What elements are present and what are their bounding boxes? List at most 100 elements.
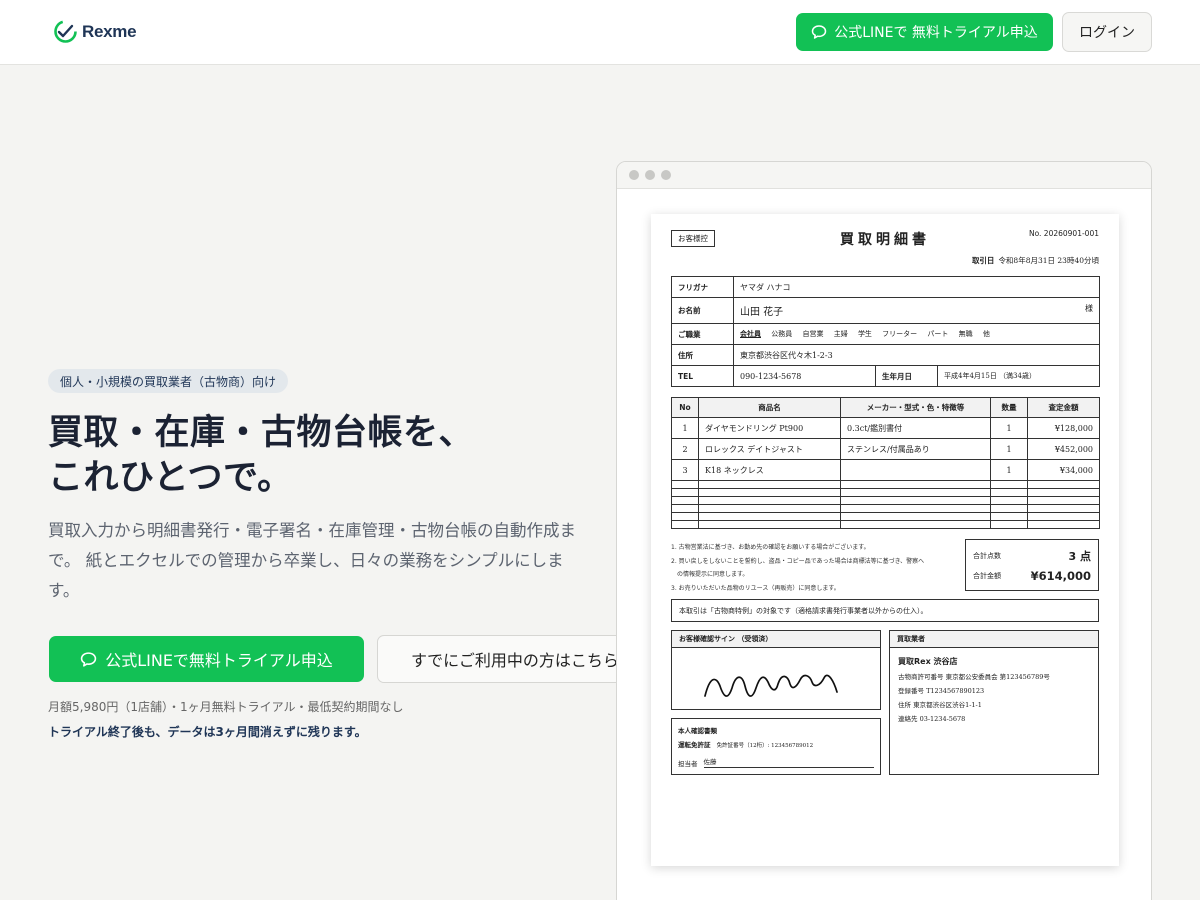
document-preview-window: 買取明細書 お客様控 No. 20260901-001 取引日 令和8年8月31日… bbox=[616, 161, 1152, 900]
table-row: フリガナ ヤマダ ハナコ bbox=[671, 276, 1101, 298]
chat-bubble-icon bbox=[81, 651, 97, 667]
tel-label: TEL bbox=[671, 365, 734, 387]
total-amount-label: 合計金額 bbox=[973, 572, 1001, 580]
site-header: Rexme 公式LINEで 無料トライアル申込 ログイン bbox=[0, 0, 1200, 65]
buyer-registration: 登録番号 T1234567890123 bbox=[898, 687, 985, 695]
login-button[interactable]: ログイン bbox=[1062, 12, 1152, 52]
address-value: 東京都渋谷区代々木1-2-3 bbox=[732, 344, 1101, 366]
totals-box: 合計点数 3 点 合計金額 ¥614,000 bbox=[965, 539, 1099, 591]
item-price: ¥452,000 bbox=[1027, 438, 1100, 460]
signature-label: お客様確認サイン （受領済） bbox=[672, 631, 880, 648]
job-option: 無職 bbox=[958, 330, 973, 338]
buyer-address: 住所 東京都渋谷区渋谷1-1-1 bbox=[898, 701, 982, 709]
empty-row bbox=[671, 488, 1100, 497]
address-label: 住所 bbox=[671, 344, 734, 366]
job-label: ご職業 bbox=[671, 323, 734, 345]
job-option: 主婦 bbox=[833, 330, 848, 338]
hero-description: 買取入力から明細書発行・電子署名・在庫管理・古物台帳の自動作成まで。 紙とエクセ… bbox=[48, 521, 576, 600]
item-name: ダイヤモンドリング Pt900 bbox=[698, 417, 841, 439]
total-count-value: 3 点 bbox=[1068, 550, 1091, 563]
job-option-selected: 会社員 bbox=[740, 329, 761, 338]
job-option: 他 bbox=[982, 330, 990, 338]
empty-row bbox=[671, 520, 1100, 529]
item-no: 3 bbox=[671, 459, 699, 481]
line-trial-button[interactable]: 公式LINEで無料トライアル申込 bbox=[49, 636, 364, 682]
table-row: ご職業 会社員 公務員 自営業 主婦 学生 フリーター パート 無職 他 bbox=[671, 323, 1101, 345]
buyer-license: 古物商許可番号 東京都公安委員会 第123456789号 bbox=[898, 673, 1050, 681]
empty-row bbox=[671, 504, 1100, 513]
terms-notes: 1. 古物営業法に基づき、お勤め先の確認をお願いする場合がございます。 2. 買… bbox=[671, 541, 956, 595]
item-qty: 1 bbox=[990, 459, 1028, 481]
item-name: ロレックス デイトジャスト bbox=[698, 438, 841, 460]
customer-table: フリガナ ヤマダ ハナコ お名前 山田 花子 様 ご職業 会社員 公務員 自営業 bbox=[671, 276, 1101, 387]
trial-note: トライアル終了後も、データは3ヶ月間消えずに残ります。 bbox=[48, 725, 367, 739]
item-detail: 0.3ct/鑑別書付 bbox=[840, 417, 991, 439]
column-header: 査定金額 bbox=[1027, 397, 1100, 418]
note-line: 1. 古物営業法に基づき、お勤め先の確認をお願いする場合がございます。 bbox=[671, 544, 870, 551]
price-note: 月額5,980円（1店舗）・1ヶ月無料トライアル・最低契約期間なし bbox=[48, 700, 404, 714]
column-header: 数量 bbox=[990, 397, 1028, 418]
total-count-row: 合計点数 3 点 bbox=[973, 546, 1091, 566]
item-qty: 1 bbox=[990, 438, 1028, 460]
transaction-date: 取引日 令和8年8月31日 23時40分頃 bbox=[972, 255, 1099, 266]
column-header: メーカー・型式・色・特徴等 bbox=[840, 397, 991, 418]
total-count-label: 合計点数 bbox=[973, 552, 1001, 560]
item-no: 1 bbox=[671, 417, 699, 439]
tel-value: 090-1234-5678 bbox=[733, 365, 876, 387]
header-line-trial-button[interactable]: 公式LINEで 無料トライアル申込 bbox=[796, 13, 1053, 51]
window-dot bbox=[629, 170, 639, 180]
id-row: 運転免許証 免許証番号（12桁）: 123456789012 bbox=[678, 739, 874, 749]
staff-name: 佐藤 bbox=[703, 756, 874, 768]
total-amount-row: 合計金額 ¥614,000 bbox=[973, 566, 1091, 586]
staff-row: 担当者 佐藤 bbox=[678, 756, 874, 768]
birth-value: 平成4年4月15日 （満34歳） bbox=[936, 365, 1101, 387]
item-price: ¥128,000 bbox=[1027, 417, 1100, 439]
table-header-row: No 商品名 メーカー・型式・色・特徴等 数量 査定金額 bbox=[671, 397, 1100, 418]
buyer-box: 買取業者 買取Rex 渋谷店 古物商許可番号 東京都公安委員会 第1234567… bbox=[889, 630, 1099, 775]
job-options: 会社員 公務員 自営業 主婦 学生 フリーター パート 無職 他 bbox=[732, 323, 1101, 345]
table-row: TEL 090-1234-5678 生年月日 平成4年4月15日 （満34歳） bbox=[671, 365, 1101, 387]
name-label: お名前 bbox=[671, 297, 734, 324]
honorific: 様 bbox=[1085, 304, 1094, 313]
item-name: K18 ネックレス bbox=[698, 459, 841, 481]
table-row: 1 ダイヤモンドリング Pt900 0.3ct/鑑別書付 1 ¥128,000 bbox=[671, 417, 1100, 439]
buyer-details: 買取Rex 渋谷店 古物商許可番号 東京都公安委員会 第123456789号 登… bbox=[890, 648, 1098, 733]
logo-icon bbox=[54, 20, 77, 43]
id-title: 本人確認書類 bbox=[678, 727, 717, 735]
hero-title-line1: 買取・在庫・古物台帳を、 bbox=[48, 412, 475, 453]
job-option: フリーター bbox=[882, 330, 918, 338]
item-qty: 1 bbox=[990, 417, 1028, 439]
brand-name: Rexme bbox=[82, 21, 137, 41]
empty-row bbox=[671, 480, 1100, 489]
date-label: 取引日 bbox=[971, 256, 995, 265]
items-table: No 商品名 メーカー・型式・色・特徴等 数量 査定金額 1 ダイヤモンドリング… bbox=[671, 397, 1100, 529]
signature-box: お客様確認サイン （受領済） bbox=[671, 630, 881, 710]
column-header: 商品名 bbox=[698, 397, 841, 418]
signature-scribble bbox=[704, 674, 838, 697]
job-option: 学生 bbox=[857, 330, 872, 338]
buyer-contact: 連絡先 03-1234-5678 bbox=[898, 715, 966, 723]
hero-title-line2: これひとつで。 bbox=[48, 457, 293, 498]
date-value: 令和8年8月31日 23時40分頃 bbox=[998, 256, 1099, 265]
window-dot bbox=[645, 170, 655, 180]
item-no: 2 bbox=[671, 438, 699, 460]
id-number: 免許証番号（12桁）: 123456789012 bbox=[716, 743, 814, 749]
hero-title: 買取・在庫・古物台帳を、 これひとつで。 bbox=[48, 410, 474, 500]
window-dot bbox=[661, 170, 671, 180]
table-row: 住所 東京都渋谷区代々木1-2-3 bbox=[671, 344, 1101, 366]
item-price: ¥34,000 bbox=[1027, 459, 1100, 481]
document-number: No. 20260901-001 bbox=[1028, 229, 1099, 238]
buyer-name: 買取Rex 渋谷店 bbox=[898, 657, 958, 666]
copy-tag: お客様控 bbox=[671, 230, 715, 247]
name-cell: 山田 花子 様 bbox=[732, 297, 1101, 324]
target-badge: 個人・小規模の買取業者（古物商）向け bbox=[48, 369, 289, 393]
note-line: 2. 買い戻しをしないことを誓約し、盗品・コピー品であった場合は商標法等に基づき… bbox=[671, 557, 925, 565]
item-detail: ステンレス/付属品あり bbox=[840, 438, 991, 460]
brand-logo[interactable]: Rexme bbox=[53, 19, 137, 44]
chat-bubble-icon bbox=[811, 25, 827, 39]
job-option: パート bbox=[927, 330, 949, 338]
furigana-label: フリガナ bbox=[671, 276, 734, 298]
furigana-value: ヤマダ ハナコ bbox=[732, 276, 1101, 298]
existing-user-button[interactable]: すでにご利用中の方はこちら bbox=[377, 635, 637, 683]
name-value: 山田 花子 bbox=[740, 307, 784, 318]
